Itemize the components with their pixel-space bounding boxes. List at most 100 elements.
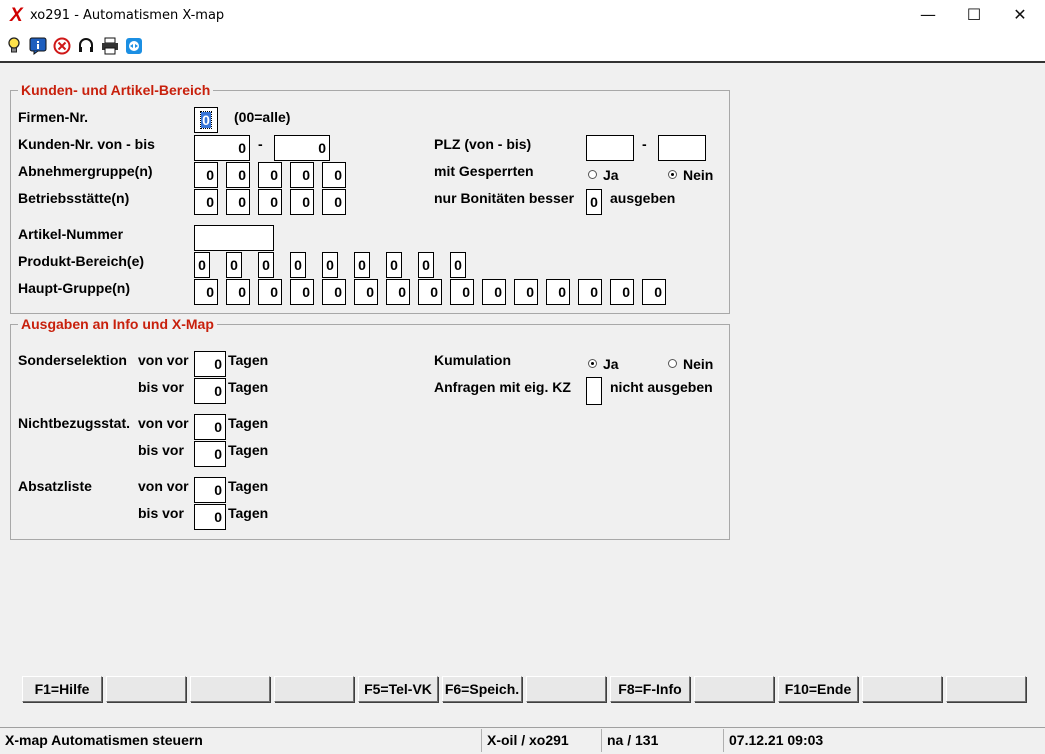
absatz-from-input[interactable]: 0	[194, 477, 226, 503]
haupt-input-13[interactable]: 0	[578, 279, 602, 305]
maximize-button[interactable]: ☐	[951, 0, 997, 32]
f5-tel-vk-button[interactable]: F5=Tel-VK	[358, 676, 438, 702]
status-user: na / 131	[602, 729, 724, 752]
sonder-to-input[interactable]: 0	[194, 378, 226, 404]
produkt-input-4[interactable]: 0	[290, 252, 306, 278]
kunden-to-input[interactable]: 0	[274, 135, 330, 161]
produkt-input-3[interactable]: 0	[258, 252, 274, 278]
produkt-input-5[interactable]: 0	[322, 252, 338, 278]
printer-icon[interactable]	[101, 37, 119, 55]
abnehmer-input-1[interactable]: 0	[194, 162, 218, 188]
bonitaet-suffix: ausgeben	[610, 190, 676, 206]
nichtbezug-label: Nichtbezugsstat.	[18, 415, 131, 431]
nichtbezug-from-input[interactable]: 0	[194, 414, 226, 440]
nichtbezug-to-input[interactable]: 0	[194, 441, 226, 467]
cancel-icon[interactable]	[53, 37, 71, 55]
haupt-input-9[interactable]: 0	[450, 279, 474, 305]
abnehmer-input-5[interactable]: 0	[322, 162, 346, 188]
betrieb-input-5[interactable]: 0	[322, 189, 346, 215]
kumulation-nein-radio[interactable]: Nein	[668, 356, 713, 372]
haupt-input-4[interactable]: 0	[290, 279, 314, 305]
window-title: xo291 - Automatismen X-map	[30, 8, 225, 23]
plz-from-input[interactable]	[586, 135, 634, 161]
nichtbezug-to-unit: Tagen	[228, 442, 269, 458]
plz-label: PLZ (von - bis)	[434, 136, 532, 152]
nichtbezug-von-vor-label: von vor	[138, 415, 189, 431]
artikel-label: Artikel-Nummer	[18, 226, 124, 242]
kunden-label: Kunden-Nr. von - bis	[18, 136, 155, 152]
abnehmer-input-3[interactable]: 0	[258, 162, 282, 188]
betrieb-input-1[interactable]: 0	[194, 189, 218, 215]
minimize-button[interactable]: —	[905, 0, 951, 32]
haupt-input-7[interactable]: 0	[386, 279, 410, 305]
kumulation-ja-radio[interactable]: Ja	[588, 356, 619, 372]
fkey-9-button[interactable]	[694, 676, 774, 702]
produkt-input-7[interactable]: 0	[386, 252, 402, 278]
headset-icon[interactable]	[77, 37, 95, 55]
abnehmer-input-2[interactable]: 0	[226, 162, 250, 188]
fkey-11-button[interactable]	[862, 676, 942, 702]
bonitaet-input[interactable]: 0	[586, 189, 602, 215]
fkey-2-button[interactable]	[106, 676, 186, 702]
sonder-from-input[interactable]: 0	[194, 351, 226, 377]
f10-end-button[interactable]: F10=Ende	[778, 676, 858, 702]
artikel-input[interactable]	[194, 225, 274, 251]
app-logo-icon: X	[10, 5, 23, 26]
haupt-input-11[interactable]: 0	[514, 279, 538, 305]
radio-on-icon	[668, 170, 677, 179]
gesperrt-label: mit Gesperrten	[434, 163, 534, 179]
haupt-input-2[interactable]: 0	[226, 279, 250, 305]
haupt-input-1[interactable]: 0	[194, 279, 218, 305]
section-legend-output: Ausgaben an Info und X-Map	[18, 316, 217, 332]
haupt-input-5[interactable]: 0	[322, 279, 346, 305]
gesperrt-ja-radio[interactable]: Ja	[588, 167, 619, 183]
sonder-label: Sonderselektion	[18, 352, 127, 368]
firmen-input[interactable]: 0	[194, 107, 218, 133]
produkt-input-2[interactable]: 0	[226, 252, 242, 278]
status-text: X-map Automatismen steuern	[0, 729, 482, 752]
fkey-12-button[interactable]	[946, 676, 1026, 702]
nichtbezug-bis-vor-label: bis vor	[138, 442, 184, 458]
betrieb-input-2[interactable]: 0	[226, 189, 250, 215]
fkey-7-button[interactable]	[526, 676, 606, 702]
gesperrt-nein-radio[interactable]: Nein	[668, 167, 713, 183]
lightbulb-icon[interactable]	[5, 37, 23, 55]
fkey-3-button[interactable]	[190, 676, 270, 702]
f1-help-button[interactable]: F1=Hilfe	[22, 676, 102, 702]
radio-off-icon	[668, 359, 677, 368]
kunden-from-input[interactable]: 0	[194, 135, 250, 161]
absatz-to-input[interactable]: 0	[194, 504, 226, 530]
produkt-input-6[interactable]: 0	[354, 252, 370, 278]
info-icon[interactable]	[29, 37, 47, 55]
haupt-input-8[interactable]: 0	[418, 279, 442, 305]
teamviewer-icon[interactable]	[125, 37, 143, 55]
firmen-hint: (00=alle)	[234, 109, 291, 125]
status-bar: X-map Automatismen steuern X-oil / xo291…	[0, 727, 1045, 754]
haupt-input-10[interactable]: 0	[482, 279, 506, 305]
haupt-input-6[interactable]: 0	[354, 279, 378, 305]
sonder-bis-vor-label: bis vor	[138, 379, 184, 395]
produkt-label: Produkt-Bereich(e)	[18, 253, 145, 269]
produkt-input-1[interactable]: 0	[194, 252, 210, 278]
betrieb-input-3[interactable]: 0	[258, 189, 282, 215]
f6-save-button[interactable]: F6=Speich.	[442, 676, 522, 702]
haupt-input-15[interactable]: 0	[642, 279, 666, 305]
sonder-from-unit: Tagen	[228, 352, 269, 368]
status-datetime: 07.12.21 09:03	[729, 732, 824, 748]
plz-to-input[interactable]	[658, 135, 706, 161]
status-system: X-oil / xo291	[482, 729, 602, 752]
anfragen-input[interactable]	[586, 377, 602, 405]
f8-f-info-button[interactable]: F8=F-Info	[610, 676, 690, 702]
close-button[interactable]: ✕	[997, 0, 1043, 32]
haupt-input-12[interactable]: 0	[546, 279, 570, 305]
abnehmer-input-4[interactable]: 0	[290, 162, 314, 188]
toolbar	[0, 32, 1045, 63]
haupt-input-14[interactable]: 0	[610, 279, 634, 305]
section-legend-customer-article: Kunden- und Artikel-Bereich	[18, 82, 214, 98]
betrieb-input-4[interactable]: 0	[290, 189, 314, 215]
produkt-input-9[interactable]: 0	[450, 252, 466, 278]
absatz-from-unit: Tagen	[228, 478, 269, 494]
fkey-4-button[interactable]	[274, 676, 354, 702]
produkt-input-8[interactable]: 0	[418, 252, 434, 278]
haupt-input-3[interactable]: 0	[258, 279, 282, 305]
